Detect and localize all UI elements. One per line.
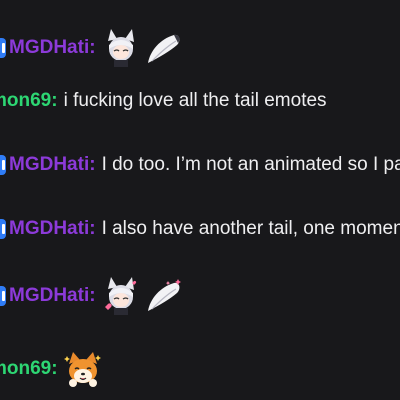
message-text: i fucking love all the tail emotes: [63, 90, 327, 111]
anime-wolf-girl-emote[interactable]: [102, 29, 140, 67]
username[interactable]: mon69: [0, 357, 51, 381]
username[interactable]: MGDHati: [9, 284, 89, 308]
chat-message: mon69 :: [0, 350, 106, 388]
shiba-dog-emote[interactable]: [63, 350, 102, 388]
username-colon: :: [51, 90, 58, 111]
username-colon: :: [89, 37, 96, 58]
chat-message: MGDHati : I also have another tail, one …: [0, 217, 400, 241]
sparkle-tail-emote[interactable]: [144, 277, 182, 315]
username[interactable]: MGDHati: [9, 36, 89, 60]
badge-icon[interactable]: [0, 286, 6, 306]
username[interactable]: MGDHati: [9, 153, 89, 177]
badge-icon[interactable]: [0, 38, 6, 58]
username-colon: :: [89, 154, 96, 175]
chat-message: mon69 : i fucking love all the tail emot…: [0, 89, 327, 113]
chat-message: MGDHati :: [0, 29, 186, 67]
message-text: I do too. I’m not an animated so I pa: [101, 154, 400, 175]
chat-log: MGDHati : mon69 : i fu: [0, 0, 400, 400]
anime-wolf-girl-heart-emote[interactable]: [102, 277, 140, 315]
username-colon: :: [89, 218, 96, 239]
username[interactable]: MGDHati: [9, 217, 89, 241]
message-text: I also have another tail, one momen: [101, 218, 400, 239]
white-tail-emote[interactable]: [144, 29, 182, 67]
chat-message: MGDHati :: [0, 277, 186, 315]
chat-message: MGDHati : I do too. I’m not an animated …: [0, 153, 400, 177]
username-colon: :: [51, 358, 58, 379]
username-colon: :: [89, 285, 96, 306]
badge-icon[interactable]: [0, 155, 6, 175]
username[interactable]: mon69: [0, 89, 51, 113]
badge-icon[interactable]: [0, 219, 6, 239]
